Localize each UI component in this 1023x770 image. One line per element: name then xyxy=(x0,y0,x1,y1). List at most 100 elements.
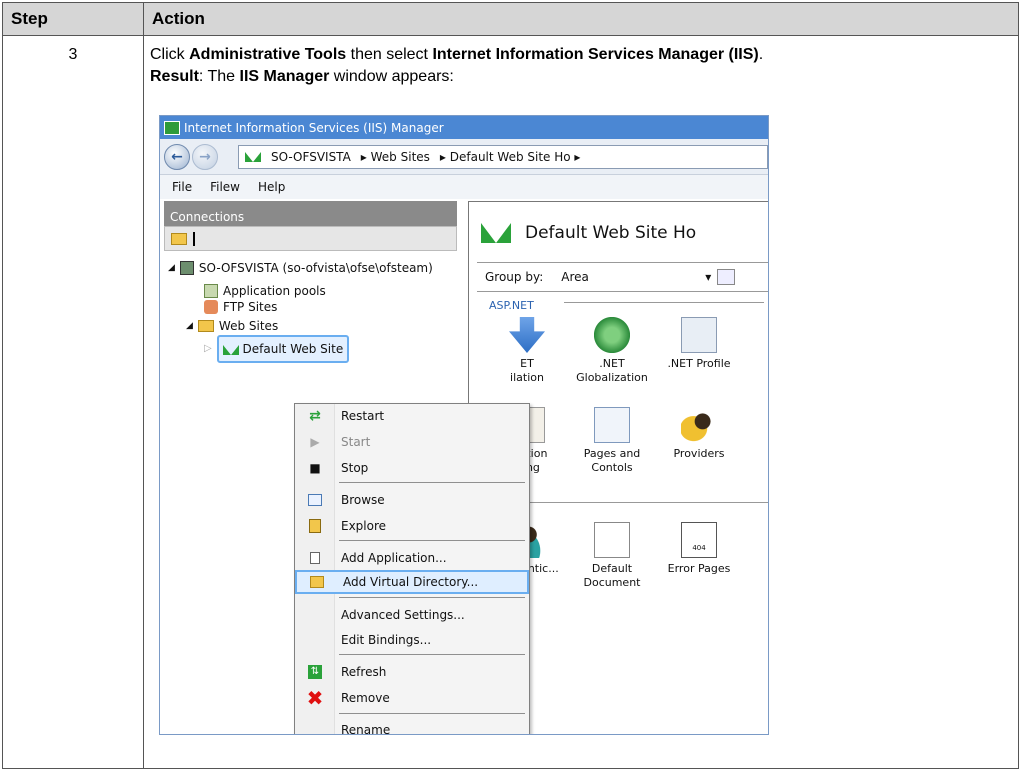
start-icon: ▶ xyxy=(310,435,320,449)
context-menu: ⇄ Restart ▶ Start ■ Stop Browse Explore … xyxy=(294,403,530,735)
connections-toolbar xyxy=(164,226,457,251)
browse-icon xyxy=(295,494,335,506)
folder-icon[interactable] xyxy=(171,232,187,245)
site-title: Default Web Site Ho xyxy=(525,223,697,243)
menu-file[interactable]: File xyxy=(172,176,192,198)
instruction-line-2: Result: The IIS Manager window appears: xyxy=(150,66,1012,88)
refresh-icon: ⇅ xyxy=(295,665,335,679)
globe-icon xyxy=(594,317,630,353)
feature-pages-controls[interactable]: Pages and Contols xyxy=(572,407,652,475)
address-segment[interactable]: ▸ Web Sites xyxy=(361,146,430,168)
text: . xyxy=(758,46,764,63)
feature-label: Providers xyxy=(673,447,725,460)
tree-label: Web Sites xyxy=(218,319,279,333)
menu-label: Stop xyxy=(341,461,369,475)
feature-label: Document xyxy=(583,576,641,589)
feature-providers[interactable]: Providers xyxy=(659,407,739,461)
collapse-arrow-icon[interactable]: ▷ xyxy=(204,338,212,360)
menu-label: Rename xyxy=(341,723,391,735)
tree-node-web-sites[interactable]: ◢ Web Sites xyxy=(186,315,278,337)
text: Click xyxy=(150,46,190,63)
features-title: Default Web Site Ho xyxy=(481,222,696,244)
cursor-bar xyxy=(193,231,195,246)
text: then select xyxy=(346,46,433,63)
section-line xyxy=(564,302,764,303)
menu-bar: File Filew Help xyxy=(160,175,768,199)
stop-icon: ■ xyxy=(309,461,321,475)
feature-net-globalization[interactable]: .NET Globalization xyxy=(572,317,652,385)
iis-app-icon xyxy=(164,120,180,135)
compilation-icon xyxy=(509,317,545,353)
forward-arrow-icon[interactable]: → xyxy=(192,143,218,170)
address-segment[interactable]: ▸ Default Web Site Ho ▸ xyxy=(440,146,581,168)
site-icon xyxy=(222,344,239,355)
dropdown-icon[interactable]: ▾ xyxy=(705,266,711,288)
menu-start[interactable]: ▶ Start xyxy=(295,430,529,454)
menu-label: Explore xyxy=(341,519,387,533)
providers-icon xyxy=(681,407,717,443)
default-site-selected[interactable]: Default Web Site xyxy=(216,335,350,363)
error-pages-icon: 404 xyxy=(681,522,717,558)
feature-label: .NET xyxy=(599,357,625,370)
menu-advanced-settings[interactable]: Advanced Settings... xyxy=(295,603,529,627)
menu-add-application[interactable]: Add Application... xyxy=(295,546,529,570)
iis-manager-text: Internet Information Services Manager (I… xyxy=(432,46,759,63)
feature-label: Contols xyxy=(591,461,633,474)
view-icon[interactable] xyxy=(717,269,736,285)
title-bar: Internet Information Services (IIS) Mana… xyxy=(160,116,768,139)
menu-refresh[interactable]: ⇅ Refresh xyxy=(295,660,529,684)
window-title: Internet Information Services (IIS) Mana… xyxy=(184,120,444,135)
menu-label: Restart xyxy=(341,409,385,423)
tree-node-default-site[interactable]: ▷ Default Web Site xyxy=(204,335,350,363)
feature-default-document[interactable]: Default Document xyxy=(572,522,652,590)
address-bar[interactable]: SO-OFSVISTA ▸ Web Sites ▸ Default Web Si… xyxy=(238,144,768,169)
menu-stop[interactable]: ■ Stop xyxy=(295,456,529,480)
address-segment[interactable]: SO-OFSVISTA xyxy=(271,146,351,168)
menu-add-virtual-directory[interactable]: Add Virtual Directory... xyxy=(295,570,529,594)
menu-restart[interactable]: ⇄ Restart xyxy=(295,404,529,428)
expand-arrow-icon[interactable]: ◢ xyxy=(168,257,175,279)
feature-error-pages[interactable]: 404 Error Pages xyxy=(659,522,739,576)
error-icon-text: 404 xyxy=(692,544,706,552)
iis-manager-name: IIS Manager xyxy=(239,68,330,85)
feature-label: .NET Profile xyxy=(667,357,731,370)
menu-rename[interactable]: Rename xyxy=(295,718,529,735)
group-by-bar: Group by: Area ▾ xyxy=(477,262,768,292)
instruction-line-1: Click Administrative Tools then select I… xyxy=(150,44,1012,66)
menu-label: Advanced Settings... xyxy=(341,608,465,622)
feature-net-compilation[interactable]: ET ilation xyxy=(487,317,567,385)
iis-logo-icon xyxy=(481,223,511,243)
menu-label: Add Virtual Directory... xyxy=(343,575,479,589)
section-line xyxy=(519,502,768,503)
header-action: Action xyxy=(143,2,1019,36)
action-cell: Click Administrative Tools then select I… xyxy=(143,35,1019,769)
tree-node-server[interactable]: ◢ SO-OFSVISTA (so-ofvista\ofse\ofsteam) xyxy=(168,257,433,279)
group-by-value: Area xyxy=(561,270,589,284)
ftp-icon xyxy=(204,300,218,314)
back-arrow-icon[interactable]: ← xyxy=(164,143,190,170)
menu-edit-bindings[interactable]: Edit Bindings... xyxy=(295,628,529,652)
expand-arrow-icon[interactable]: ◢ xyxy=(186,315,193,337)
menu-label: Remove xyxy=(341,691,390,705)
menu-label: Refresh xyxy=(341,665,387,679)
menu-browse[interactable]: Browse xyxy=(295,488,529,512)
restart-icon: ⇄ xyxy=(309,408,321,424)
feature-label: Error Pages xyxy=(667,562,731,575)
text: : The xyxy=(198,68,240,85)
default-document-icon xyxy=(594,522,630,558)
menu-help[interactable]: Help xyxy=(258,176,285,198)
menu-remove[interactable]: ✖ Remove xyxy=(295,686,529,710)
menu-separator xyxy=(339,540,525,541)
section-aspnet-label: ASP.NET xyxy=(487,295,536,317)
menu-label: Add Application... xyxy=(341,551,447,565)
iis-manager-window: Internet Information Services (IIS) Mana… xyxy=(159,115,769,735)
text: window appears: xyxy=(329,68,454,85)
menu-separator xyxy=(339,597,525,598)
menu-explore[interactable]: Explore xyxy=(295,514,529,538)
admin-tools-text: Administrative Tools xyxy=(189,46,347,63)
feature-net-profile[interactable]: .NET Profile xyxy=(659,317,739,371)
group-by-select[interactable]: Area ▾ xyxy=(561,266,711,288)
menu-label: Start xyxy=(341,435,371,449)
menu-view[interactable]: Filew xyxy=(210,176,240,198)
menu-separator xyxy=(339,482,525,483)
